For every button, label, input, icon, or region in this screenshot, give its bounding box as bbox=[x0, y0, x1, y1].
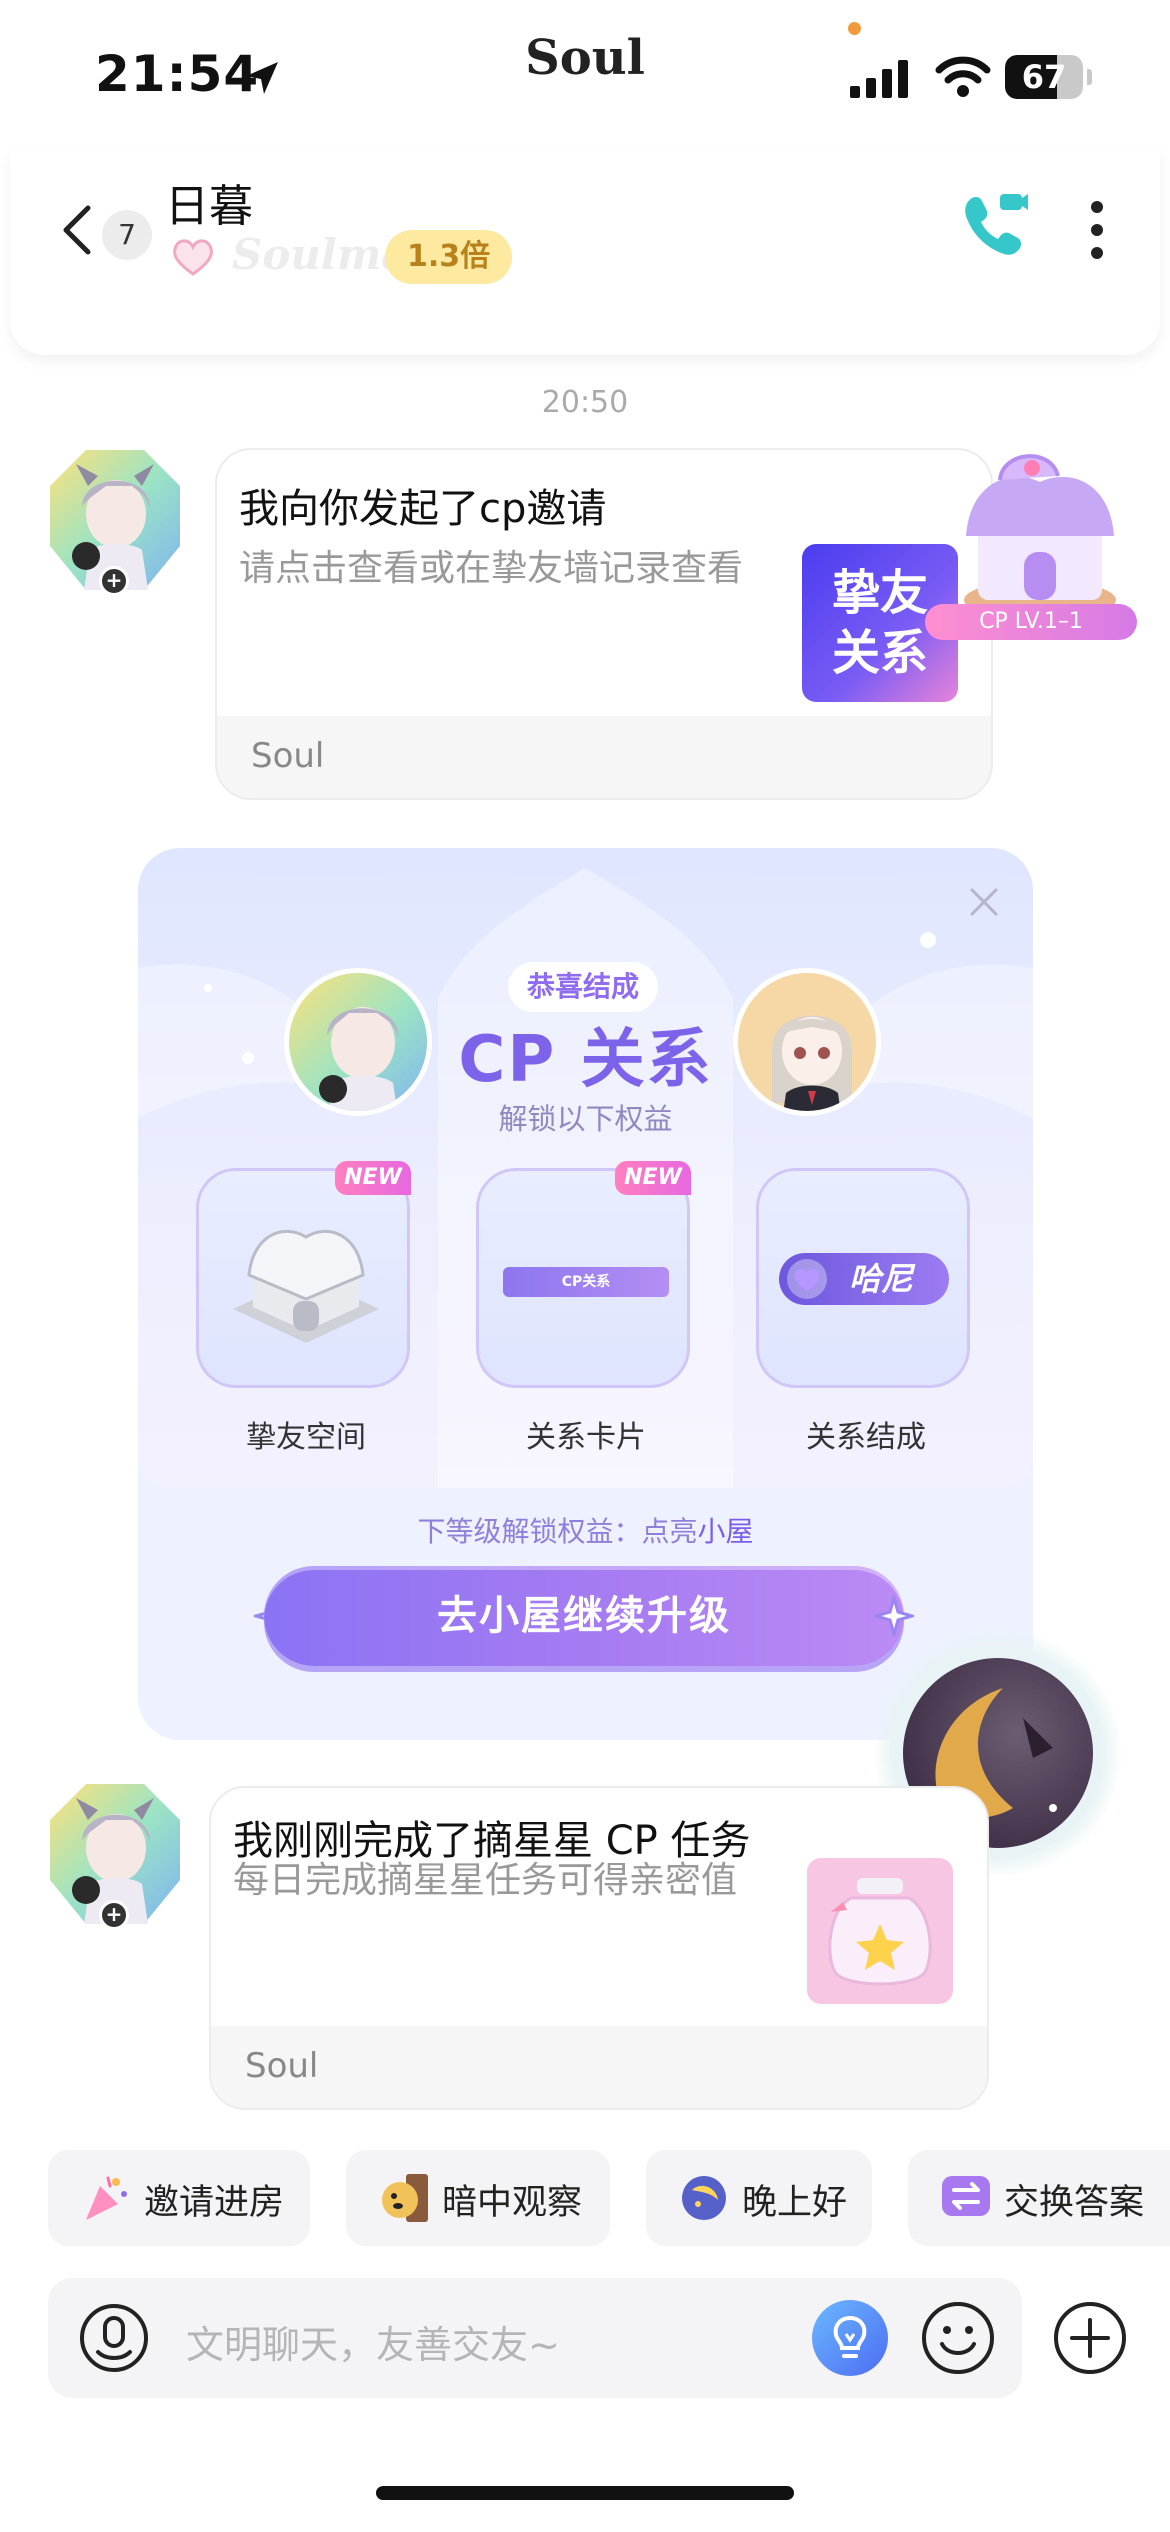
phone-call-icon[interactable] bbox=[958, 188, 1028, 258]
relationship-card-preview: CP关系 bbox=[503, 1267, 669, 1297]
sparkle-right-icon bbox=[874, 1596, 914, 1636]
home-indicator[interactable] bbox=[376, 2486, 794, 2500]
message-timestamp: 20:50 bbox=[541, 385, 629, 420]
friend-space-house-icon bbox=[233, 1229, 379, 1343]
chip-label: 暗中观察 bbox=[442, 2183, 583, 2223]
chip-label: 邀请进房 bbox=[144, 2183, 285, 2223]
intimacy-multiplier-badge[interactable]: 1.3倍 bbox=[385, 230, 513, 284]
next-level-highlight: 小屋 bbox=[697, 1515, 754, 1548]
lightbulb-icon bbox=[833, 2315, 867, 2358]
chevron-left-icon bbox=[63, 205, 91, 255]
message-card-footer: Soul bbox=[217, 716, 991, 798]
message-input[interactable]: 文明聊天，友善交友~ bbox=[186, 2314, 560, 2369]
star-jar-icon bbox=[807, 1858, 953, 2004]
upgrade-house-button[interactable]: 去小屋继续升级 bbox=[264, 1566, 904, 1666]
benefit-label: 关系结成 bbox=[806, 1420, 926, 1455]
emoji-icon[interactable] bbox=[918, 2298, 998, 2378]
more-options-button[interactable] bbox=[1085, 195, 1109, 265]
status-bar: 21:54 Soul 67 bbox=[0, 0, 1170, 150]
moon-face-icon bbox=[682, 2176, 726, 2220]
benefit-label: 关系卡片 bbox=[526, 1420, 646, 1455]
add-icon[interactable] bbox=[1050, 2298, 1130, 2378]
cp-invite-message-card[interactable]: 我向你发起了cp邀请 请点击查看或在挚友墙记录查看 挚友 关系 Soul bbox=[215, 448, 993, 800]
party-popper-icon bbox=[86, 2176, 127, 2220]
message-description: 每日完成摘星星任务可得亲密值 bbox=[233, 1860, 738, 1901]
ai-assistant-button[interactable] bbox=[812, 2300, 888, 2376]
message-source: Soul bbox=[251, 736, 325, 776]
avatar-plus-badge: + bbox=[99, 1900, 129, 1930]
star-task-message-card[interactable]: 我刚刚完成了摘星星 CP 任务 每日完成摘星星任务可得亲密值 Soul bbox=[209, 1786, 989, 2110]
contact-name[interactable]: 日暮 bbox=[165, 170, 253, 234]
cp-panel-header: 恭喜结成 CP 关系 解锁以下权益 NEW 挚友空间 CP关系 NEW 关系卡片 bbox=[138, 848, 1033, 1488]
next-level-note: 下等级解锁权益：点亮小屋 bbox=[417, 1515, 754, 1548]
message-title: 我向你发起了cp邀请 bbox=[239, 486, 607, 532]
quick-reply-secret-watch[interactable]: 暗中观察 bbox=[346, 2150, 610, 2246]
message-description: 请点击查看或在挚友墙记录查看 bbox=[239, 548, 744, 589]
diamond-heart-icon bbox=[787, 1259, 827, 1299]
new-tag: NEW bbox=[615, 1161, 691, 1195]
avatar-plus-badge: + bbox=[99, 566, 129, 596]
new-tag: NEW bbox=[335, 1161, 411, 1195]
privacy-indicator-dot bbox=[848, 22, 861, 35]
back-button[interactable]: 7 bbox=[50, 190, 170, 270]
battery-level: 67 bbox=[1021, 58, 1067, 96]
peeking-dog-icon bbox=[382, 2174, 428, 2222]
wifi-icon bbox=[935, 56, 991, 97]
message-input-bar: 文明聊天，友善交友~ bbox=[48, 2278, 1022, 2398]
quick-reply-exchange-answers[interactable]: 交换答案 bbox=[908, 2150, 1170, 2246]
cp-title: CP 关系 bbox=[458, 1023, 713, 1097]
cp-house-icon[interactable] bbox=[940, 432, 1140, 632]
bond-pill: 哈尼 bbox=[779, 1253, 949, 1305]
unread-count-badge: 7 bbox=[102, 210, 152, 260]
voice-input-icon[interactable] bbox=[78, 2302, 150, 2374]
battery-indicator: 67 bbox=[1005, 55, 1092, 99]
app-brand: Soul bbox=[525, 30, 645, 86]
bond-pill-label: 哈尼 bbox=[849, 1260, 914, 1298]
quick-reply-invite-room[interactable]: 邀请进房 bbox=[48, 2150, 310, 2246]
cellular-signal-icon bbox=[850, 60, 908, 98]
message-source: Soul bbox=[245, 2046, 319, 2086]
benefit-label: 挚友空间 bbox=[246, 1420, 366, 1455]
chat-header: 7 日暮 Soulmate 1.3倍 bbox=[10, 150, 1160, 355]
exchange-icon bbox=[942, 2176, 990, 2216]
quick-reply-good-evening[interactable]: 晚上好 bbox=[646, 2150, 872, 2246]
congrats-pill: 恭喜结成 bbox=[508, 962, 658, 1012]
close-icon[interactable] bbox=[964, 882, 1004, 922]
cp-level-pill: CP LV.1–1 bbox=[925, 604, 1137, 640]
chip-label: 晚上好 bbox=[742, 2183, 848, 2223]
cp-relationship-panel: 恭喜结成 CP 关系 解锁以下权益 NEW 挚友空间 CP关系 NEW 关系卡片 bbox=[138, 848, 1033, 1740]
message-card-footer: Soul bbox=[211, 2026, 987, 2108]
cp-subtitle: 解锁以下权益 bbox=[498, 1102, 673, 1136]
heart-icon bbox=[173, 239, 213, 276]
chip-label: 交换答案 bbox=[1004, 2183, 1145, 2223]
